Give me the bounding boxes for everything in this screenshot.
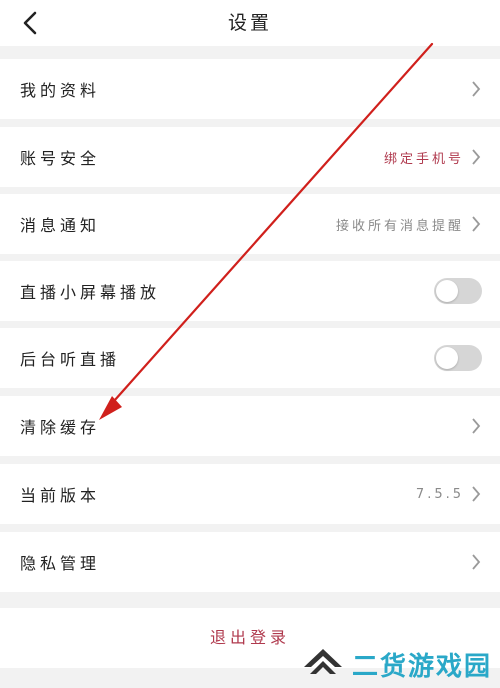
background-audio-toggle[interactable] bbox=[434, 345, 482, 371]
settings-row-version[interactable]: 当前版本 7.5.5 bbox=[0, 464, 500, 524]
row-label: 直播小屏幕播放 bbox=[20, 283, 161, 302]
row-value: 7.5.5 bbox=[415, 486, 464, 502]
settings-row-clear-cache[interactable]: 清除缓存 bbox=[0, 396, 500, 456]
logout-label: 退出登录 bbox=[209, 628, 290, 647]
top-bar: 设置 bbox=[0, 0, 500, 46]
chevron-right-icon bbox=[470, 553, 482, 571]
watermark-logo-icon bbox=[303, 649, 342, 674]
settings-row-background-audio: 后台听直播 bbox=[0, 328, 500, 388]
row-label: 我的资料 bbox=[20, 81, 101, 100]
chevron-right-icon bbox=[470, 148, 482, 166]
chevron-right-icon bbox=[470, 485, 482, 503]
page-title: 设置 bbox=[227, 12, 272, 34]
chevron-right-icon bbox=[470, 80, 482, 98]
settings-row-notifications[interactable]: 消息通知 接收所有消息提醒 bbox=[0, 194, 500, 254]
row-label: 隐私管理 bbox=[20, 554, 101, 573]
row-label: 当前版本 bbox=[20, 486, 101, 505]
chevron-right-icon bbox=[470, 417, 482, 435]
settings-row-mini-player: 直播小屏幕播放 bbox=[0, 261, 500, 321]
row-label: 后台听直播 bbox=[20, 350, 121, 369]
toggle-knob bbox=[436, 347, 458, 369]
row-label: 账号安全 bbox=[20, 149, 101, 168]
chevron-right-icon bbox=[470, 215, 482, 233]
toggle-knob bbox=[436, 280, 458, 302]
watermark-text: 二货游戏园 bbox=[351, 651, 492, 682]
mini-player-toggle[interactable] bbox=[434, 278, 482, 304]
row-value: 接收所有消息提醒 bbox=[335, 218, 464, 234]
row-label: 清除缓存 bbox=[20, 418, 101, 437]
row-value: 绑定手机号 bbox=[383, 151, 464, 167]
settings-row-privacy[interactable]: 隐私管理 bbox=[0, 532, 500, 592]
settings-row-account-security[interactable]: 账号安全 绑定手机号 bbox=[0, 127, 500, 187]
row-label: 消息通知 bbox=[20, 216, 101, 235]
watermark: 二货游戏园 bbox=[302, 644, 492, 684]
settings-row-profile[interactable]: 我的资料 bbox=[0, 59, 500, 119]
